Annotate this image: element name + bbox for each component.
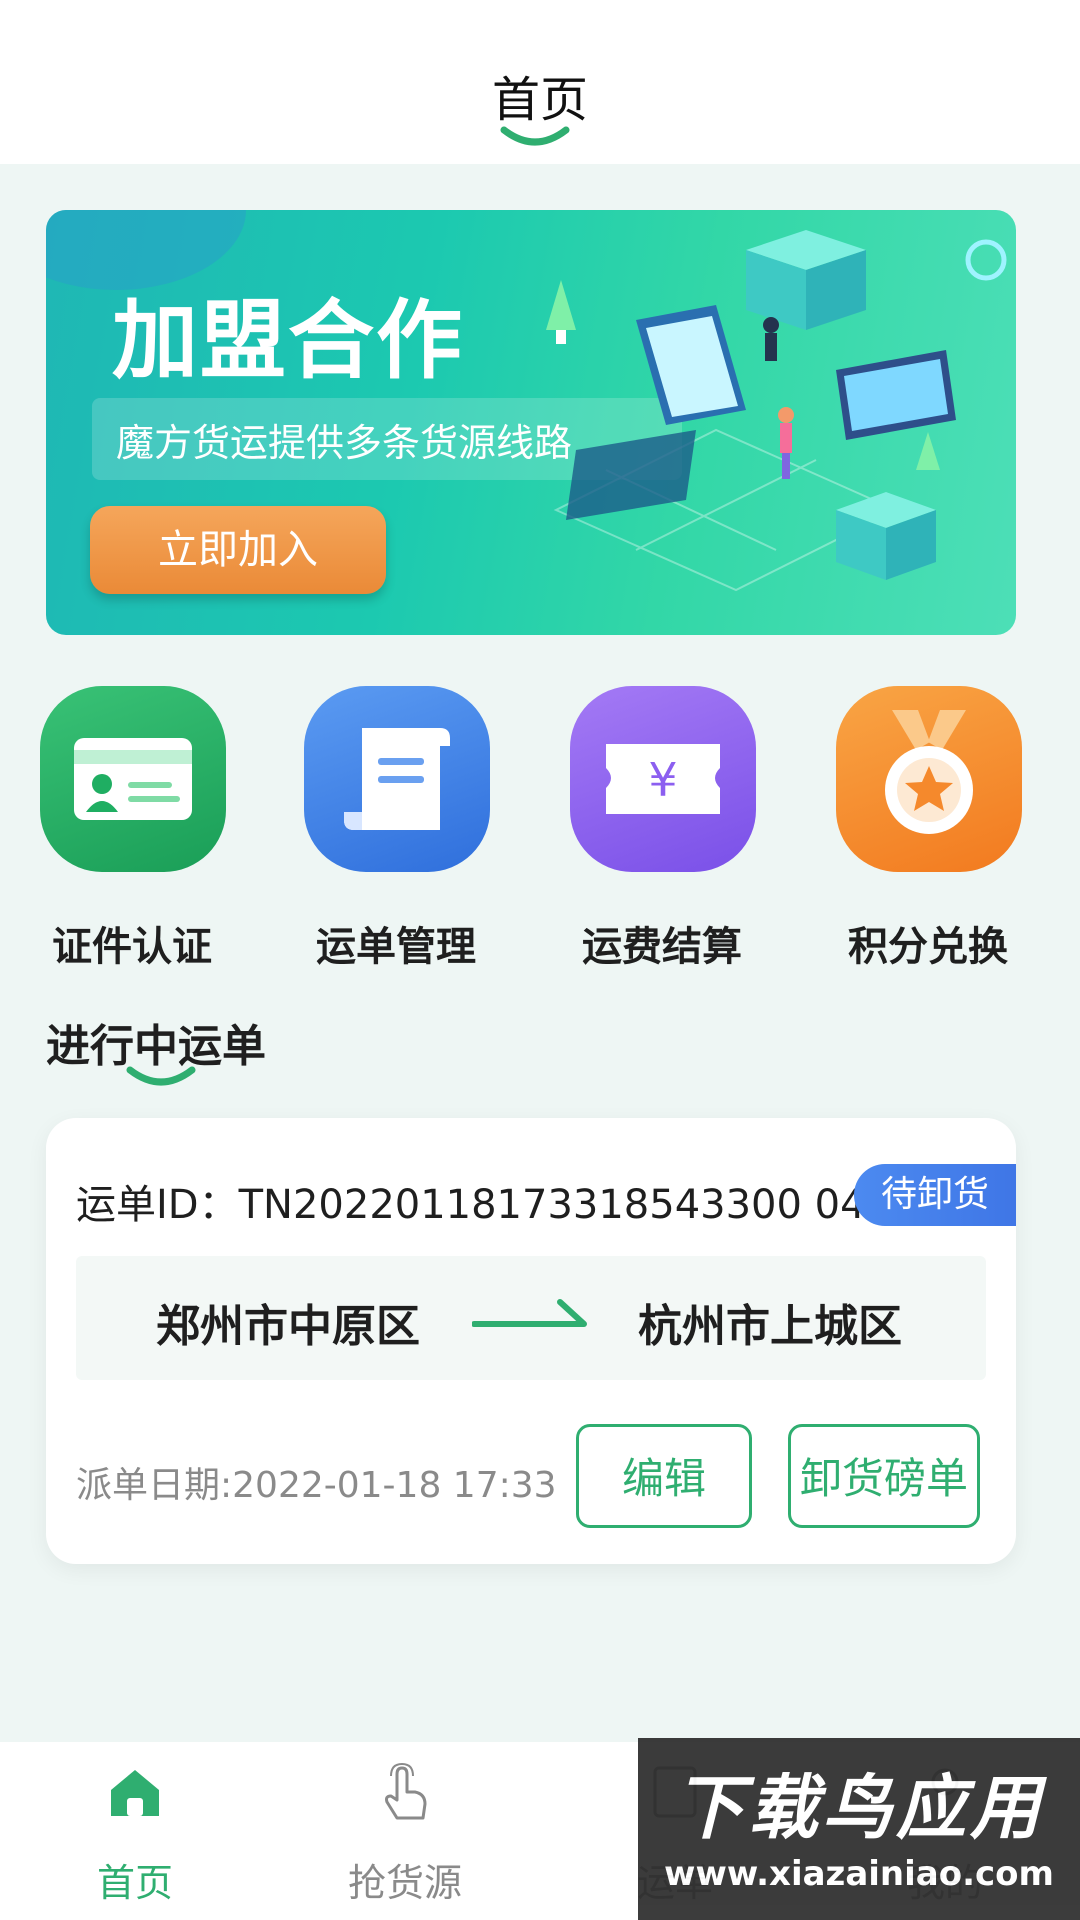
order-id-label: 运单ID： [76,1182,239,1228]
dispatch-date: 派单日期:2022-01-18 17:33 [76,1465,557,1506]
promo-banner[interactable]: 加盟合作 魔方货运提供多条货源线路 立即加入 [46,210,1016,635]
arrow-right-icon [472,1299,587,1327]
menu-points-exchange[interactable]: 积分兑换 [818,686,1038,976]
watermark-overlay: 下载鸟应用 www.xiazainiao.com [638,1738,1080,1920]
route-destination: 杭州市上城区 [638,1301,902,1352]
tab-home[interactable]: 首页 [0,1742,270,1920]
banner-subtitle: 魔方货运提供多条货源线路 [116,421,573,465]
order-id-line: 运单ID：TN20220118173318543300 04 [76,1172,866,1230]
menu-freight-settlement[interactable]: ¥ 运费结算 [552,686,772,976]
menu-label: 证件认证 [52,924,212,970]
watermark-url: www.xiazainiao.com [664,1854,1054,1894]
menu-label: 运单管理 [316,924,476,970]
unload-weigh-ticket-button[interactable]: 卸货磅单 [788,1424,980,1528]
menu-id-verification[interactable]: 证件认证 [22,686,242,976]
route-box: 郑州市中原区 杭州市上城区 [76,1256,986,1380]
route-origin: 郑州市中原区 [156,1301,420,1352]
tab-label: 首页 [96,1861,173,1905]
id-card-icon [40,686,226,872]
tab-grab-cargo[interactable]: 抢货源 [270,1742,540,1920]
yuan-ticket-icon: ¥ [570,686,756,872]
tab-label: 抢货源 [347,1861,462,1905]
waybill-icon [304,686,490,872]
home-icon [111,1770,159,1816]
banner-title: 加盟合作 [112,291,464,391]
title-underline-smile [500,126,570,146]
order-card[interactable]: 运单ID：TN20220118173318543300 04 待卸货 郑州市中原… [46,1118,1016,1564]
hand-tap-icon [385,1762,427,1820]
page-title: 首页 [491,72,588,128]
status-badge: 待卸货 [854,1164,1016,1226]
svg-text:¥: ¥ [648,753,677,807]
menu-label: 运费结算 [582,924,742,970]
section-underline-smile [126,1066,196,1086]
banner-illustration [546,230,1007,592]
watermark-title: 下载鸟应用 [674,1767,1044,1849]
medal-icon [836,686,1022,872]
edit-button[interactable]: 编辑 [576,1424,752,1528]
order-id-value: TN20220118173318543300 04 [238,1182,866,1228]
top-header: 首页 [0,0,1080,164]
menu-label: 积分兑换 [848,924,1008,970]
menu-waybill-management[interactable]: 运单管理 [286,686,506,976]
join-now-button[interactable]: 立即加入 [90,506,386,594]
